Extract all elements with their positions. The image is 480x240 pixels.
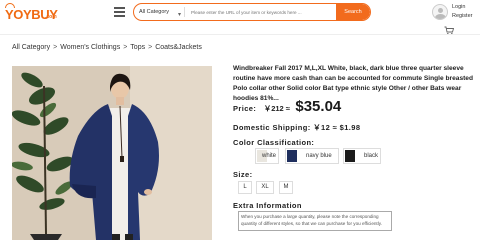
size-option-m[interactable]: M [279,181,293,194]
logo-domain: .com [45,14,57,20]
category-select[interactable]: All Category ▾ [134,4,189,20]
breadcrumb-separator: > [53,44,58,51]
breadcrumb-separator: > [123,44,128,51]
search-button[interactable]: Search [336,4,370,20]
size-label: Size: [233,170,253,179]
color-option-label: black [364,153,379,159]
size-option-xl[interactable]: XL [256,181,274,194]
color-option-black[interactable]: black [343,148,381,164]
yoybuy-logo[interactable]: YOYBUY .com [5,3,58,23]
price-row: Price: ￥212 ≈ $35.04 [233,98,341,116]
breadcrumb: All Category > Women's Clothings > Tops > Coat… [12,44,202,51]
extra-information-label: Extra Information [233,201,302,210]
breadcrumb-all-category[interactable]: All Category [12,44,50,51]
breadcrumb-coats-jackets[interactable]: Coats&Jackets [155,44,202,51]
search-input[interactable] [191,5,336,19]
color-swatch-navy-blue [287,150,297,162]
product-main-image[interactable] [12,66,212,240]
color-classification-label: Color Classification: [233,138,315,147]
user-avatar-icon[interactable] [432,4,448,20]
site-header: YOYBUY .com All Category ▾ Search Login … [0,0,480,35]
header-divider [0,34,480,35]
product-photo [12,66,212,240]
breadcrumb-separator: > [148,44,153,51]
register-link[interactable]: Register [452,13,472,19]
color-option-white[interactable]: white [255,148,279,164]
price-label: Price: [233,104,257,113]
search-bar: All Category ▾ Search [133,3,371,21]
chevron-down-icon: ▾ [178,12,182,18]
category-select-label: All Category [139,9,169,15]
color-swatch-black [345,150,355,162]
login-link[interactable]: Login [452,4,465,10]
breadcrumb-tops[interactable]: Tops [130,44,145,51]
color-option-label: navy blue [306,153,332,159]
price-usd: $35.04 [295,98,342,115]
category-divider [184,7,185,17]
color-option-label: white [262,153,277,159]
size-option-l[interactable]: L [238,181,252,194]
price-cny: ￥212 ≈ [263,104,290,113]
extra-information-textarea[interactable]: When you purchase a large quantity, plea… [238,211,392,231]
color-option-navy-blue[interactable]: navy blue [285,148,339,164]
hamburger-menu-icon[interactable] [114,7,125,18]
breadcrumb-womens-clothings[interactable]: Women's Clothings [60,44,120,51]
domestic-shipping: Domestic Shipping: ￥12 ≈ $1.98 [233,123,361,132]
